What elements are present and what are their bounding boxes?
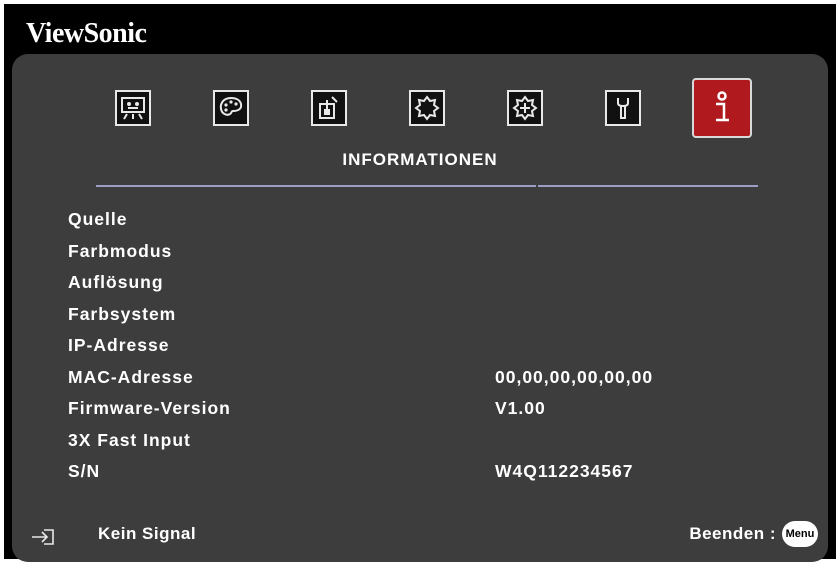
row-value: V1.00: [495, 398, 546, 418]
exit-label: Beenden :: [689, 524, 776, 543]
tab-display[interactable]: [113, 88, 153, 128]
row-label: S/N: [68, 461, 101, 481]
info-row-fast-input: 3X Fast Input: [68, 425, 788, 457]
footer-bar: Kein Signal Beenden : Menu: [0, 516, 840, 556]
info-row-source: Quelle: [68, 204, 788, 236]
info-row-serial-number: S/N W4Q112234567: [68, 456, 788, 488]
tab-basic-settings[interactable]: [407, 88, 447, 128]
tab-information[interactable]: [692, 78, 752, 138]
power-icon: [311, 90, 347, 126]
info-row-firmware-version: Firmware-Version V1.00: [68, 393, 788, 425]
menu-tabs: [0, 0, 840, 138]
menu-key-button[interactable]: Menu: [782, 521, 818, 547]
row-label: Farbmodus: [68, 240, 173, 261]
row-label: IP-Adresse: [68, 335, 170, 355]
info-row-color-system: Farbsystem: [68, 299, 788, 331]
display-icon: [115, 90, 151, 126]
info-icon: [692, 78, 752, 138]
tab-picture[interactable]: [211, 88, 251, 128]
divider-right: [538, 185, 758, 187]
row-value: W4Q112234567: [495, 461, 634, 481]
tab-tools[interactable]: [603, 88, 643, 128]
input-source-icon: [30, 528, 56, 551]
brand-logo: ViewSonic: [26, 18, 147, 49]
row-label: Firmware-Version: [68, 398, 231, 418]
signal-status: Kein Signal: [98, 524, 197, 543]
info-row-color-mode: Farbmodus: [68, 236, 788, 268]
tab-power[interactable]: [309, 88, 349, 128]
info-row-ip-address: IP-Adresse: [68, 330, 788, 362]
divider-left: [96, 185, 536, 187]
gear-icon: [409, 90, 445, 126]
row-label: 3X Fast Input: [68, 429, 191, 450]
row-label: Auflösung: [68, 272, 164, 292]
tab-advanced-settings[interactable]: [505, 88, 545, 128]
palette-icon: [213, 90, 249, 126]
row-value: 00,00,00,00,00,00: [495, 366, 654, 387]
advanced-gear-icon: [507, 90, 543, 126]
row-label: Quelle: [68, 209, 128, 229]
wrench-icon: [605, 90, 641, 126]
row-label: MAC-Adresse: [68, 366, 194, 387]
info-list: Quelle Farbmodus Auflösung Farbsystem IP…: [68, 204, 788, 488]
row-label: Farbsystem: [68, 303, 177, 324]
info-row-resolution: Auflösung: [68, 267, 788, 299]
info-row-mac-address: MAC-Adresse 00,00,00,00,00,00: [68, 362, 788, 394]
section-title: INFORMATIONEN: [342, 150, 498, 169]
